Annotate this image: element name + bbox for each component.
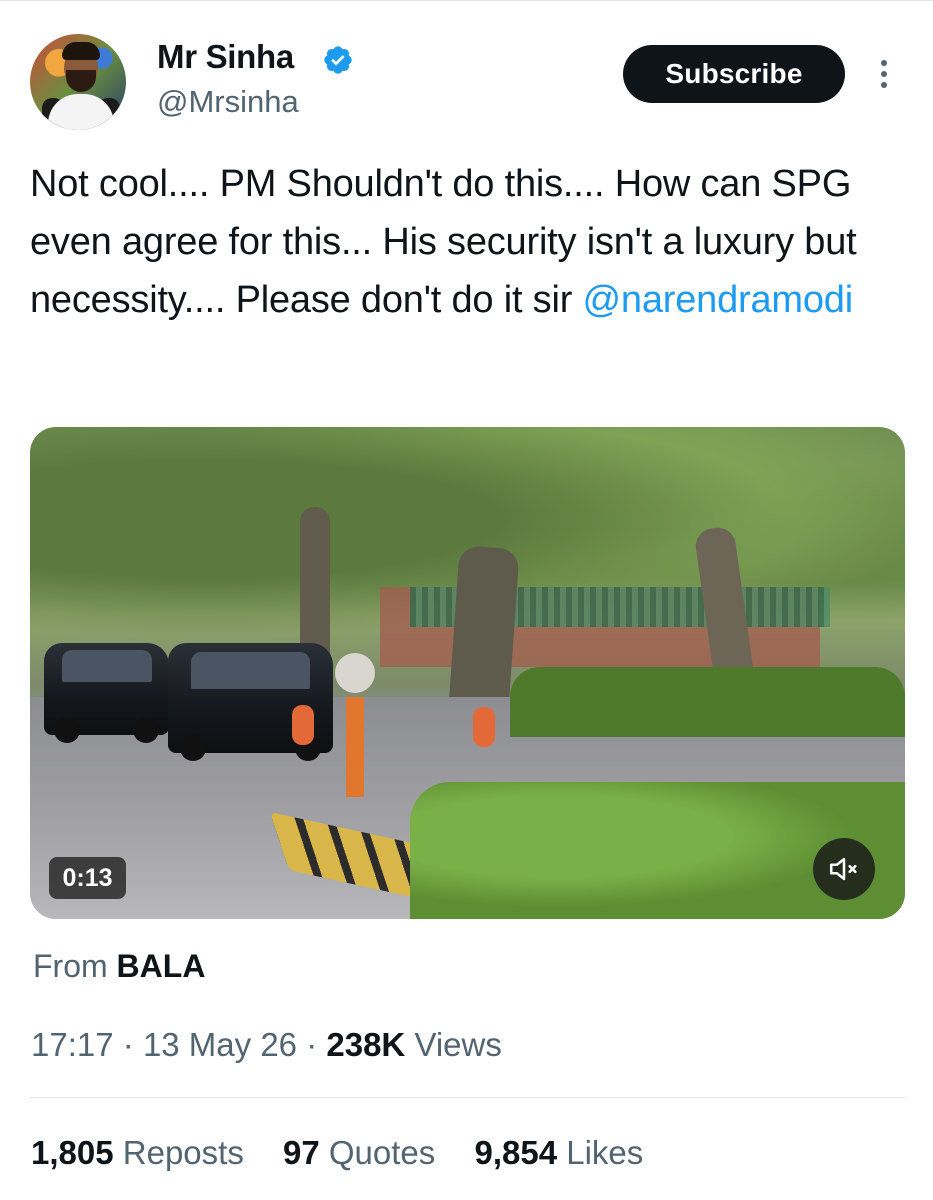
car-window xyxy=(61,650,152,682)
likes-stat[interactable]: 9,854 Likes xyxy=(474,1134,643,1171)
reposts-count: 1,805 xyxy=(31,1134,114,1171)
car-wheel xyxy=(54,717,80,743)
more-dot xyxy=(881,82,887,88)
avatar-hair xyxy=(62,42,100,60)
video-frame-car xyxy=(44,643,169,743)
muted-speaker-icon[interactable] xyxy=(813,838,875,900)
avatar[interactable] xyxy=(30,34,126,130)
views-label: Views xyxy=(414,1026,502,1063)
tweet-time[interactable]: 17:17 xyxy=(31,1026,114,1063)
avatar-beard xyxy=(66,70,96,92)
top-divider xyxy=(0,0,933,1)
video-duration-badge: 0:13 xyxy=(49,857,126,899)
likes-count: 9,854 xyxy=(474,1134,558,1171)
quotes-count: 97 xyxy=(283,1134,320,1171)
car-window xyxy=(191,651,310,690)
video-frame-sign xyxy=(292,705,314,745)
source-prefix: From xyxy=(33,948,108,984)
source-account-link[interactable]: BALA xyxy=(117,948,206,984)
meta-separator: · xyxy=(122,1026,134,1063)
car-wheel xyxy=(133,717,159,743)
tweet-date[interactable]: 13 May 26 xyxy=(143,1026,297,1063)
meta-separator: · xyxy=(306,1026,318,1063)
more-vertical-icon[interactable] xyxy=(872,56,896,92)
author-display-name[interactable]: Mr Sinha xyxy=(157,38,294,76)
quotes-label: Quotes xyxy=(328,1134,436,1171)
car-wheel xyxy=(180,735,206,761)
likes-label: Likes xyxy=(566,1134,644,1171)
reposts-label: Reposts xyxy=(122,1134,244,1171)
mute-glyph xyxy=(829,857,857,881)
mention-link[interactable]: @narendramodi xyxy=(583,279,854,321)
engagement-stats: 1,805 Reposts 97 Quotes 9,854 Likes xyxy=(31,1134,673,1172)
tweet-meta: 17:17 · 13 May 26 · 238K Views xyxy=(31,1026,502,1064)
more-dot xyxy=(881,71,887,77)
tweet-text: Not cool.... PM Shouldn't do this.... Ho… xyxy=(30,155,910,329)
video-frame-bollard xyxy=(346,697,364,797)
video-frame-bollard-top xyxy=(335,653,375,693)
subscribe-button[interactable]: Subscribe xyxy=(623,45,845,103)
reposts-stat[interactable]: 1,805 Reposts xyxy=(31,1134,244,1171)
verified-badge-icon xyxy=(324,46,352,74)
video-frame-hedge xyxy=(510,667,905,737)
author-handle[interactable]: @Mrsinha xyxy=(157,84,299,120)
quotes-stat[interactable]: 97 Quotes xyxy=(283,1134,435,1171)
stats-divider xyxy=(30,1097,905,1098)
video-player[interactable] xyxy=(30,427,905,919)
more-dot xyxy=(881,60,887,66)
video-source: From BALA xyxy=(33,948,205,985)
views-count: 238K xyxy=(326,1026,406,1063)
video-frame-sign xyxy=(473,707,495,747)
